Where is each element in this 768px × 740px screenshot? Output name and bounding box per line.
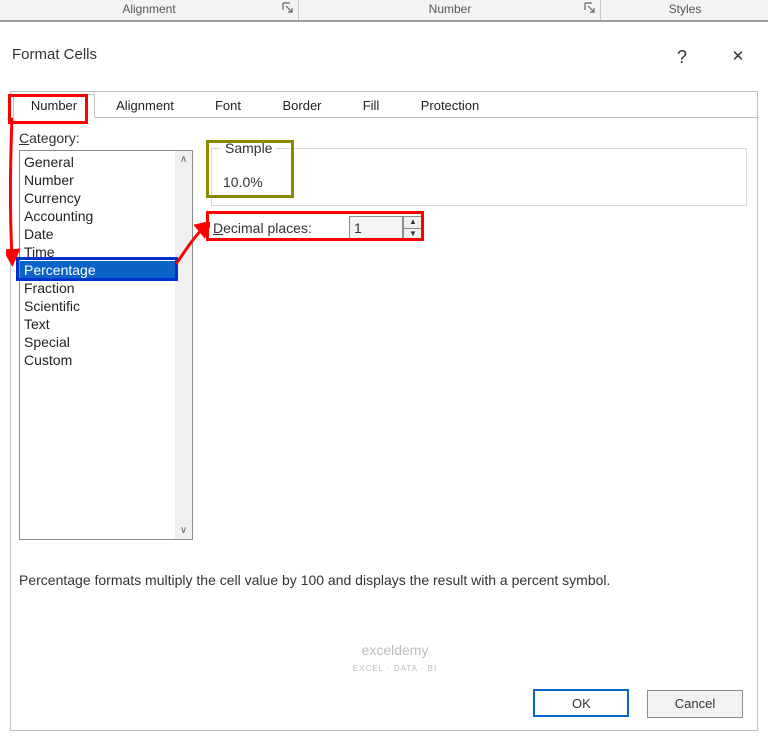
category-label-rest: ategory: <box>29 130 80 146</box>
decimal-places-label: Decimal places: <box>213 220 312 236</box>
ribbon-separator <box>600 0 601 20</box>
tab-fill[interactable]: Fill <box>343 94 399 118</box>
tab-font[interactable]: Font <box>195 94 261 118</box>
spinner-down-button[interactable]: ▼ <box>403 228 423 240</box>
decimal-places-spinner[interactable]: ▲ ▼ <box>349 216 423 240</box>
category-list-items: GeneralNumberCurrencyAccountingDateTimeP… <box>20 151 175 369</box>
dialog-title: Format Cells <box>12 46 97 63</box>
category-item-general[interactable]: General <box>20 153 175 171</box>
category-scrollbar[interactable]: ∧ ∨ <box>175 151 192 539</box>
category-list[interactable]: GeneralNumberCurrencyAccountingDateTimeP… <box>19 150 193 540</box>
category-item-special[interactable]: Special <box>20 333 175 351</box>
help-button[interactable]: ? <box>662 42 702 72</box>
category-item-fraction[interactable]: Fraction <box>20 279 175 297</box>
scroll-up-icon[interactable]: ∧ <box>175 151 192 168</box>
category-item-accounting[interactable]: Accounting <box>20 207 175 225</box>
titlebar: Format Cells ? ✕ <box>0 36 768 76</box>
category-item-date[interactable]: Date <box>20 225 175 243</box>
category-item-currency[interactable]: Currency <box>20 189 175 207</box>
format-description: Percentage formats multiply the cell val… <box>19 572 747 588</box>
dialog-launcher-icon[interactable] <box>282 2 294 14</box>
tab-strip: NumberAlignmentFontBorderFillProtection <box>11 92 759 118</box>
ribbon-group-styles: Styles <box>602 0 768 20</box>
category-label-accel: C <box>19 130 29 146</box>
spinner-up-button[interactable]: ▲ <box>403 216 423 228</box>
category-item-percentage[interactable]: Percentage <box>20 261 175 279</box>
dialog-body: NumberAlignmentFontBorderFillProtection … <box>10 91 758 731</box>
decimal-places-input[interactable] <box>349 216 403 240</box>
category-item-custom[interactable]: Custom <box>20 351 175 369</box>
sample-groupbox <box>211 148 747 206</box>
scroll-down-icon[interactable]: ∨ <box>175 522 192 539</box>
tab-number[interactable]: Number <box>13 94 95 118</box>
dialog-buttons: OK Cancel <box>519 689 743 718</box>
category-label: Category: <box>19 130 80 146</box>
category-item-number[interactable]: Number <box>20 171 175 189</box>
tab-protection[interactable]: Protection <box>401 94 499 118</box>
sample-value: 10.0% <box>223 174 263 190</box>
dialog-launcher-icon[interactable] <box>584 2 596 14</box>
ribbon-group-number: Number <box>300 0 600 20</box>
ribbon-separator <box>298 0 299 20</box>
spinner-buttons: ▲ ▼ <box>403 216 423 240</box>
category-item-scientific[interactable]: Scientific <box>20 297 175 315</box>
ribbon-group-alignment: Alignment <box>0 0 298 20</box>
decimal-rest: ecimal places: <box>223 220 312 236</box>
cancel-button[interactable]: Cancel <box>647 690 743 718</box>
watermark-text: exceldemy <box>362 642 429 658</box>
decimal-accel: D <box>213 220 223 236</box>
tab-border[interactable]: Border <box>263 94 341 118</box>
ribbon: AlignmentNumberStyles <box>0 0 768 22</box>
category-item-time[interactable]: Time <box>20 243 175 261</box>
ok-button[interactable]: OK <box>533 689 629 717</box>
tab-alignment[interactable]: Alignment <box>97 94 193 118</box>
sample-title: Sample <box>221 140 276 156</box>
watermark-subtext: EXCEL · DATA · BI <box>353 664 437 673</box>
category-item-text[interactable]: Text <box>20 315 175 333</box>
close-button[interactable]: ✕ <box>718 42 758 72</box>
format-cells-dialog: Format Cells ? ✕ NumberAlignmentFontBord… <box>0 36 768 740</box>
watermark: exceldemy EXCEL · DATA · BI <box>11 642 768 674</box>
